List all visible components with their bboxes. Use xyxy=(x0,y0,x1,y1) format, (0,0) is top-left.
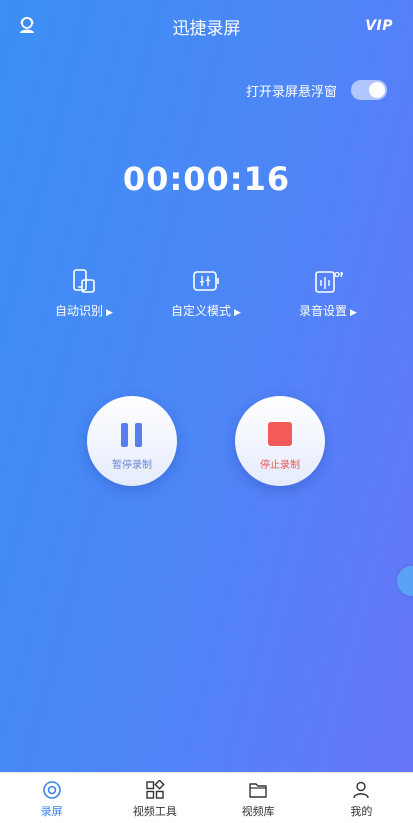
svg-text:ON: ON xyxy=(334,271,343,279)
page-title: 迅捷录屏 xyxy=(172,19,241,39)
sliders-icon xyxy=(193,271,219,291)
pause-icon-bar xyxy=(121,423,128,447)
stop-icon xyxy=(268,422,292,446)
toggle-knob xyxy=(369,82,385,98)
profile-icon xyxy=(353,781,370,799)
folder-icon xyxy=(249,783,267,798)
record-icon xyxy=(42,781,61,799)
custom-mode-label: 自定义模式 xyxy=(171,304,232,318)
floating-window-setting: 打开录屏悬浮窗 xyxy=(246,80,387,100)
record-screen: 迅捷录屏 VIP 打开录屏悬浮窗 00:00:16 自动识别 ▶ 自定义模式 ▶… xyxy=(0,0,413,823)
audio-settings-button[interactable]: ON 录音设置 ▶ xyxy=(273,268,383,319)
tab-record-label: 录屏 xyxy=(40,805,63,818)
pause-icon-bar xyxy=(135,423,142,447)
tab-record[interactable]: 录屏 xyxy=(0,773,103,823)
recording-timer: 00:00:16 xyxy=(122,160,291,198)
grid-tools-icon xyxy=(146,780,165,799)
tab-video-library-label: 视频库 xyxy=(241,805,275,818)
vip-button[interactable]: VIP xyxy=(365,18,393,34)
tab-mine-label: 我的 xyxy=(350,805,373,818)
audio-on-icon: ON xyxy=(315,271,343,293)
header: 迅捷录屏 VIP xyxy=(0,0,413,50)
tab-mine[interactable]: 我的 xyxy=(310,773,413,823)
phone-rotate-icon xyxy=(73,269,95,293)
tool-row: 自动识别 ▶ 自定义模式 ▶ ON 录音设置 ▶ xyxy=(0,268,413,328)
audio-settings-label: 录音设置 xyxy=(299,304,348,318)
auto-detect-button[interactable]: 自动识别 ▶ xyxy=(29,268,139,319)
floating-window-toggle[interactable] xyxy=(351,80,387,100)
pause-recording-label: 暂停录制 xyxy=(112,460,152,471)
tab-video-tools[interactable]: 视频工具 xyxy=(103,773,206,823)
custom-mode-button[interactable]: 自定义模式 ▶ xyxy=(151,268,261,319)
stop-recording-button[interactable]: 停止录制 xyxy=(235,396,325,486)
stop-recording-label: 停止录制 xyxy=(260,460,300,471)
tab-video-tools-label: 视频工具 xyxy=(132,805,177,818)
auto-detect-label: 自动识别 xyxy=(55,304,104,318)
floating-window-label: 打开录屏悬浮窗 xyxy=(245,84,337,100)
pause-recording-button[interactable]: 暂停录制 xyxy=(87,396,177,486)
arrow-right-icon: ▶ xyxy=(350,308,357,318)
floating-ball-handle[interactable] xyxy=(397,566,413,596)
arrow-right-icon: ▶ xyxy=(234,308,241,318)
bottom-tab-bar: 录屏 视频工具 视频库 我的 xyxy=(0,772,413,823)
tab-video-library[interactable]: 视频库 xyxy=(207,773,310,823)
arrow-right-icon: ▶ xyxy=(106,308,113,318)
